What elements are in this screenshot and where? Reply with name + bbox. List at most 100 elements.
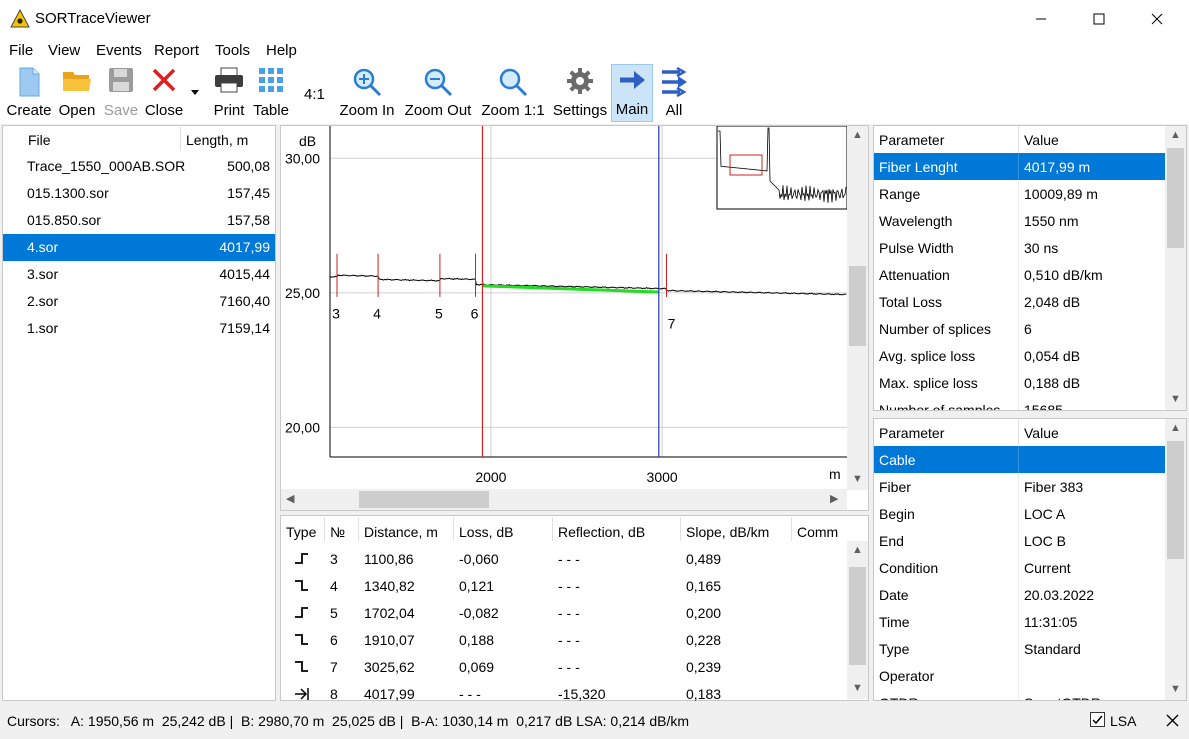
param-row[interactable]: Fiber Fiber 383 <box>874 473 1166 500</box>
chart-horizontal-scrollbar[interactable]: ◀ ▶ <box>281 489 847 510</box>
event-row[interactable]: 4 1340,82 0,121 - - - 0,165 <box>281 573 847 600</box>
event-reflection: - - - <box>558 659 580 675</box>
close-file-button[interactable]: Close <box>144 64 184 122</box>
checkmark-icon <box>1092 715 1103 725</box>
files-col-length-header[interactable]: Length, m <box>186 132 248 148</box>
zoom-in-button[interactable]: Zoom In <box>336 64 398 122</box>
param-row[interactable]: Number of samples 15685 <box>874 396 1166 411</box>
menu-events[interactable]: Events <box>96 42 142 59</box>
events-vertical-scrollbar[interactable]: ▲ ▼ <box>847 541 868 699</box>
events-col-header[interactable]: Type <box>286 524 316 540</box>
param-row[interactable]: Wavelength 1550 nm <box>874 207 1166 234</box>
zoom-ratio-label[interactable]: 4:1 <box>304 86 325 103</box>
print-button[interactable]: Print <box>208 64 250 122</box>
gear-icon <box>567 68 593 94</box>
column-divider <box>1018 234 1019 261</box>
close-status-icon[interactable] <box>1166 714 1179 727</box>
param-row[interactable]: Type Standard <box>874 635 1166 662</box>
param-row[interactable]: Fiber Lenght 4017,99 m <box>874 153 1166 180</box>
column-divider <box>1018 261 1019 288</box>
maximize-button[interactable] <box>1070 0 1128 38</box>
param-value: LOC A <box>1024 506 1066 522</box>
param-row[interactable]: Cable <box>874 446 1166 473</box>
menu-view[interactable]: View <box>48 42 80 59</box>
file-row[interactable]: 2.sor 7160,40 <box>3 288 275 315</box>
event-reflection: - - - <box>558 578 580 594</box>
param-name: Number of samples <box>879 402 1001 411</box>
param-row[interactable]: Condition Current <box>874 554 1166 581</box>
param-row[interactable]: Total Loss 2,048 dB <box>874 288 1166 315</box>
save-button[interactable]: Save <box>102 64 140 122</box>
param-row[interactable]: Range 10009,89 m <box>874 180 1166 207</box>
file-row[interactable]: 015.850.sor 157,58 <box>3 207 275 234</box>
table-button[interactable]: Table <box>252 64 290 122</box>
event-row[interactable]: 7 3025,62 0,069 - - - 0,239 <box>281 654 847 681</box>
param-row[interactable]: Avg. splice loss 0,054 dB <box>874 342 1166 369</box>
events-col-header[interactable]: Comm <box>797 524 845 540</box>
minimize-button[interactable] <box>1012 0 1070 38</box>
events-col-header[interactable]: Reflection, dB <box>558 524 645 540</box>
y-tick-label: 20,00 <box>285 419 320 435</box>
file-row[interactable]: 4.sor 4017,99 <box>3 234 275 261</box>
params-col-value[interactable]: Value <box>1024 425 1059 441</box>
events-col-header[interactable]: Distance, m <box>364 524 438 540</box>
file-name: 2.sor <box>27 293 59 309</box>
param-name: Operator <box>879 668 935 684</box>
params-col-parameter[interactable]: Parameter <box>879 425 944 441</box>
event-number: 7 <box>330 659 338 675</box>
close-window-button[interactable] <box>1128 0 1186 38</box>
file-length: 157,58 <box>227 212 270 228</box>
param-value: LOC B <box>1024 533 1067 549</box>
chevron-down-icon[interactable] <box>190 88 200 96</box>
open-button[interactable]: Open <box>56 64 98 122</box>
all-view-button[interactable]: All <box>656 64 692 122</box>
events-col-header[interactable]: Loss, dB <box>459 524 513 540</box>
column-divider <box>1018 500 1019 527</box>
main-view-button[interactable]: Main <box>611 64 653 122</box>
event-row[interactable]: 6 1910,07 0,188 - - - 0,228 <box>281 627 847 654</box>
events-col-header[interactable]: № <box>330 524 345 540</box>
param-row[interactable]: Pulse Width 30 ns <box>874 234 1166 261</box>
params-col-value[interactable]: Value <box>1024 132 1059 148</box>
event-row[interactable]: 5 1702,04 -0,082 - - - 0,200 <box>281 600 847 627</box>
param-row[interactable]: Number of splices 6 <box>874 315 1166 342</box>
param-row[interactable]: Max. splice loss 0,188 dB <box>874 369 1166 396</box>
params-col-parameter[interactable]: Parameter <box>879 132 944 148</box>
param-row[interactable]: Date 20.03.2022 <box>874 581 1166 608</box>
param-value: 0,054 dB <box>1024 348 1081 364</box>
file-row[interactable]: 015.1300.sor 157,45 <box>3 180 275 207</box>
params1-vertical-scrollbar[interactable]: ▲ ▼ <box>1165 126 1186 410</box>
event-row[interactable]: 3 1100,86 -0,060 - - - 0,489 <box>281 546 847 573</box>
param-row[interactable]: End LOC B <box>874 527 1166 554</box>
menu-file[interactable]: File <box>9 42 33 59</box>
files-col-file-header[interactable]: File <box>28 132 51 148</box>
params2-vertical-scrollbar[interactable]: ▲ ▼ <box>1165 419 1186 700</box>
menu-report[interactable]: Report <box>154 42 199 59</box>
param-row[interactable]: Operator <box>874 662 1166 689</box>
file-row[interactable]: 1.sor 7159,14 <box>3 315 275 342</box>
zoom-1-1-button[interactable]: Zoom 1:1 <box>478 64 548 122</box>
maximize-icon <box>1093 13 1105 25</box>
otdr-trace-chart[interactable]: 30,00 25,00 20,00 2000 3000 dB m 3 4 5 6 7 <box>281 126 847 490</box>
param-row[interactable]: Attenuation 0,510 dB/km <box>874 261 1166 288</box>
param-value: Standard <box>1024 641 1081 657</box>
param-row[interactable]: Begin LOC A <box>874 500 1166 527</box>
menu-tools[interactable]: Tools <box>215 42 250 59</box>
window-title: SORTraceViewer <box>35 10 151 27</box>
file-name: 015.1300.sor <box>27 185 109 201</box>
param-row[interactable]: OTDR SmartOTDR <box>874 689 1166 700</box>
column-divider <box>1018 689 1019 700</box>
param-value: 1550 nm <box>1024 213 1079 229</box>
create-button[interactable]: Create <box>4 64 54 122</box>
file-row[interactable]: 3.sor 4015,44 <box>3 261 275 288</box>
menu-help[interactable]: Help <box>266 42 297 59</box>
settings-button[interactable]: Settings <box>551 64 609 122</box>
file-row[interactable]: Trace_1550_000AB.SOR 500,08 <box>3 153 275 180</box>
param-value: Fiber 383 <box>1024 479 1084 495</box>
param-row[interactable]: Time 11:31:05 <box>874 608 1166 635</box>
lsa-checkbox[interactable] <box>1090 712 1105 727</box>
chart-vertical-scrollbar[interactable]: ▲ ▼ <box>847 126 868 490</box>
params-header: Parameter Value <box>874 419 1166 446</box>
zoom-out-button[interactable]: Zoom Out <box>402 64 474 122</box>
events-col-header[interactable]: Slope, dB/km <box>686 524 769 540</box>
